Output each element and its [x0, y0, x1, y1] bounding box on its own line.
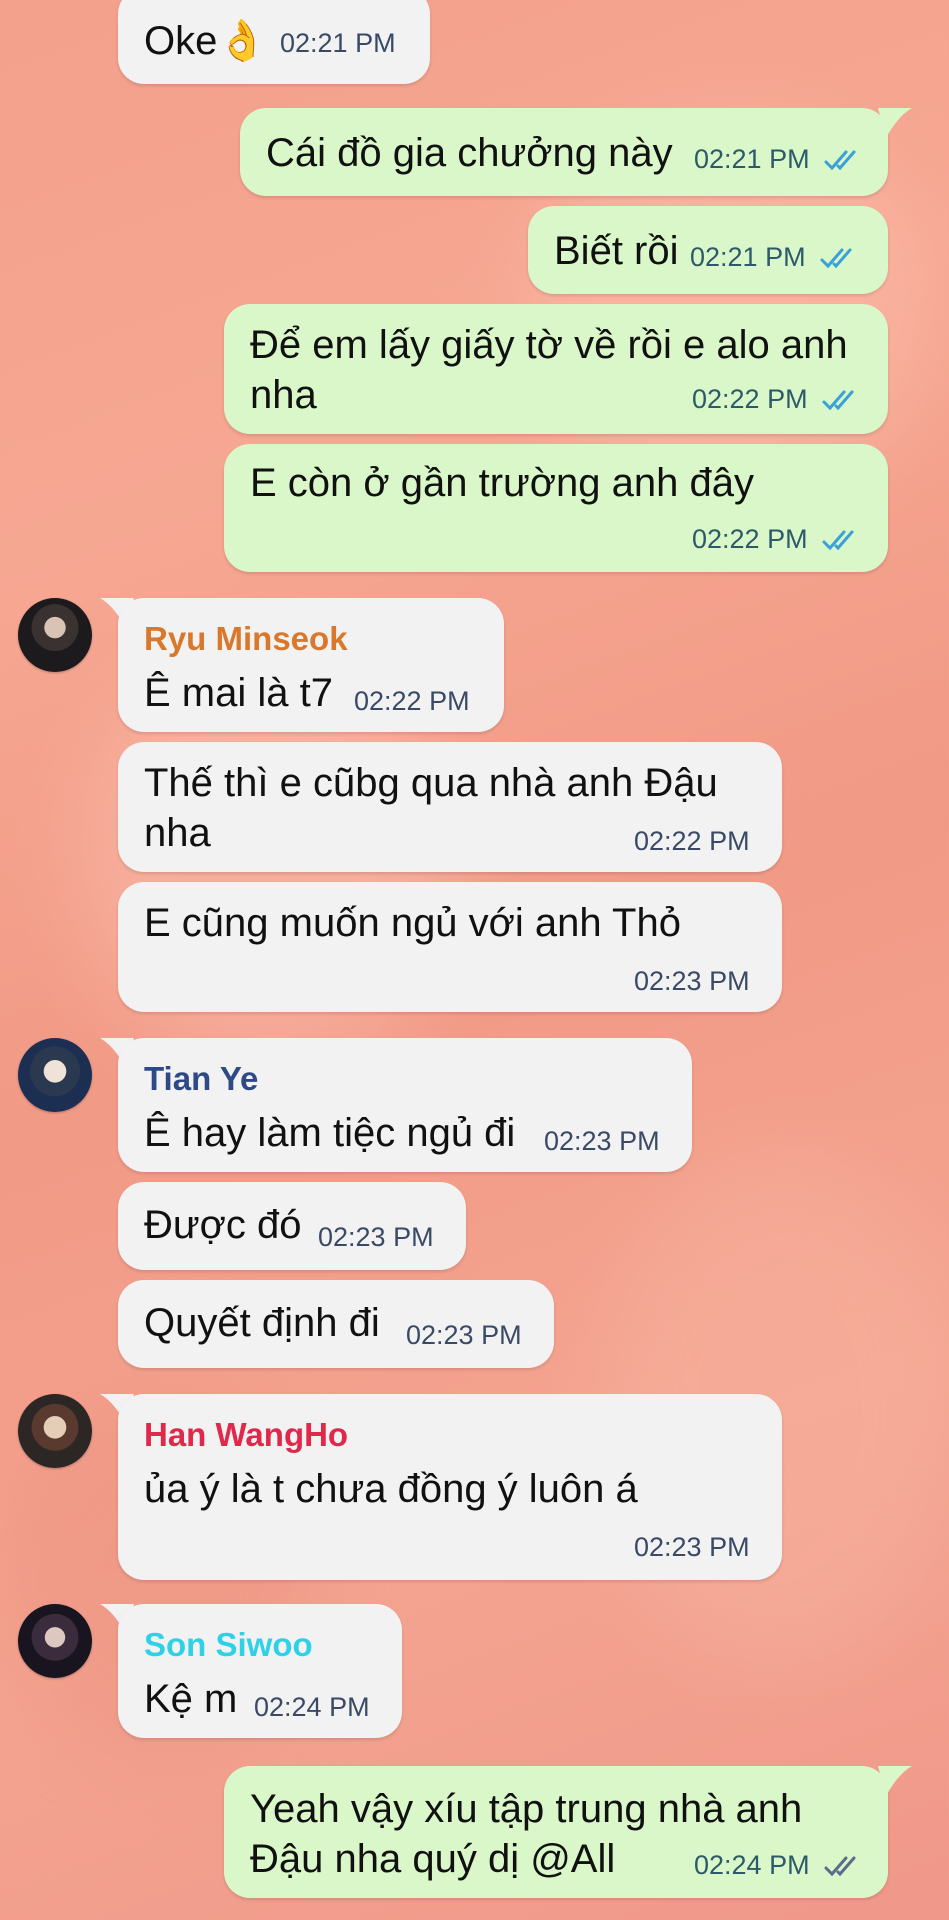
message-bubble[interactable]: Thế thì e cũbg qua nhà anh Đậu nha 02:22…	[118, 742, 782, 872]
message-text: E cũng muốn ngủ với anh Thỏ	[144, 901, 681, 945]
message-text-line: Để em lấy giấy tờ về rồi e alo anh	[250, 323, 848, 367]
message-time: 02:22 PM	[692, 524, 808, 554]
avatar-icon[interactable]	[18, 1038, 92, 1112]
message-bubble[interactable]: Tian Ye Ê hay làm tiệc ngủ đi 02:23 PM	[118, 1038, 692, 1172]
message-bubble-outgoing[interactable]: E còn ở gần trường anh đây 02:22 PM	[224, 444, 888, 572]
message-text: Ê hay làm tiệc ngủ đi	[144, 1111, 516, 1155]
message-text: Oke👌	[144, 19, 268, 63]
message-time: 02:22 PM	[634, 826, 750, 856]
message-bubble-outgoing[interactable]: Để em lấy giấy tờ về rồi e alo anh nha 0…	[224, 304, 888, 434]
message-text-line: nha	[144, 811, 211, 855]
message-bubble[interactable]: Ryu Minseok Ê mai là t7 02:22 PM	[118, 598, 504, 732]
message-text: Quyết định đi	[144, 1301, 380, 1345]
message-time: 02:21 PM	[280, 28, 396, 58]
double-check-icon	[824, 1856, 856, 1877]
message-bubble[interactable]: Được đó 02:23 PM	[118, 1182, 466, 1270]
bubble-tail	[878, 1766, 912, 1796]
message-bubble[interactable]: Han WangHo ủa ý là t chưa đồng ý luôn á …	[118, 1394, 782, 1580]
sender-name[interactable]: Son Siwoo	[144, 1626, 313, 1664]
double-check-icon	[822, 530, 854, 551]
message-time: 02:23 PM	[544, 1126, 660, 1156]
message-text: Cái đồ gia chưởng này	[266, 131, 673, 175]
message-time: 02:22 PM	[692, 384, 808, 414]
message-time: 02:23 PM	[634, 966, 750, 996]
avatar-icon[interactable]	[18, 1394, 92, 1468]
message-bubble[interactable]: E cũng muốn ngủ với anh Thỏ 02:23 PM	[118, 882, 782, 1012]
message-time: 02:24 PM	[694, 1850, 810, 1880]
message-time: 02:24 PM	[254, 1692, 370, 1722]
message-bubble-outgoing[interactable]: Yeah vậy xíu tập trung nhà anh Đậu nha q…	[224, 1766, 888, 1898]
message-text: Ê mai là t7	[144, 671, 333, 715]
message-text-line: Yeah vậy xíu tập trung nhà anh	[250, 1787, 803, 1831]
message-bubble[interactable]: Son Siwoo Kệ m 02:24 PM	[118, 1604, 402, 1738]
double-check-icon	[820, 248, 852, 269]
message-text-line: Thế thì e cũbg qua nhà anh Đậu	[144, 761, 718, 805]
message-bubble[interactable]: Quyết định đi 02:23 PM	[118, 1280, 554, 1368]
double-check-icon	[822, 390, 854, 411]
message-time: 02:23 PM	[318, 1222, 434, 1252]
bubble-tail	[878, 108, 912, 138]
message-text: ủa ý là t chưa đồng ý luôn á	[144, 1467, 638, 1511]
message-bubble-outgoing[interactable]: Cái đồ gia chưởng này 02:21 PM	[240, 108, 888, 196]
message-text: Được đó	[144, 1203, 302, 1247]
message-time: 02:21 PM	[694, 144, 810, 174]
sender-name[interactable]: Tian Ye	[144, 1060, 258, 1098]
message-time: 02:21 PM	[690, 242, 806, 272]
message-time: 02:22 PM	[354, 686, 470, 716]
message-time: 02:23 PM	[406, 1320, 522, 1350]
sender-name[interactable]: Han WangHo	[144, 1416, 348, 1454]
chat-screen: { "messages": [ {"text": "Oke👌", "time":…	[0, 0, 949, 1920]
message-bubble-outgoing[interactable]: Biết rồi 02:21 PM	[528, 206, 888, 294]
message-text-line: nha	[250, 373, 317, 417]
avatar-icon[interactable]	[18, 1604, 92, 1678]
message-time: 02:23 PM	[634, 1532, 750, 1562]
double-check-icon	[824, 150, 856, 171]
sender-name[interactable]: Ryu Minseok	[144, 620, 348, 658]
message-text-line: Đậu nha quý dị @All	[250, 1837, 616, 1881]
message-bubble[interactable]: Oke👌 02:21 PM	[118, 0, 430, 84]
message-text: E còn ở gần trường anh đây	[250, 461, 754, 505]
message-text: Kệ m	[144, 1677, 238, 1721]
avatar-icon[interactable]	[18, 598, 92, 672]
message-text: Biết rồi	[554, 229, 679, 273]
